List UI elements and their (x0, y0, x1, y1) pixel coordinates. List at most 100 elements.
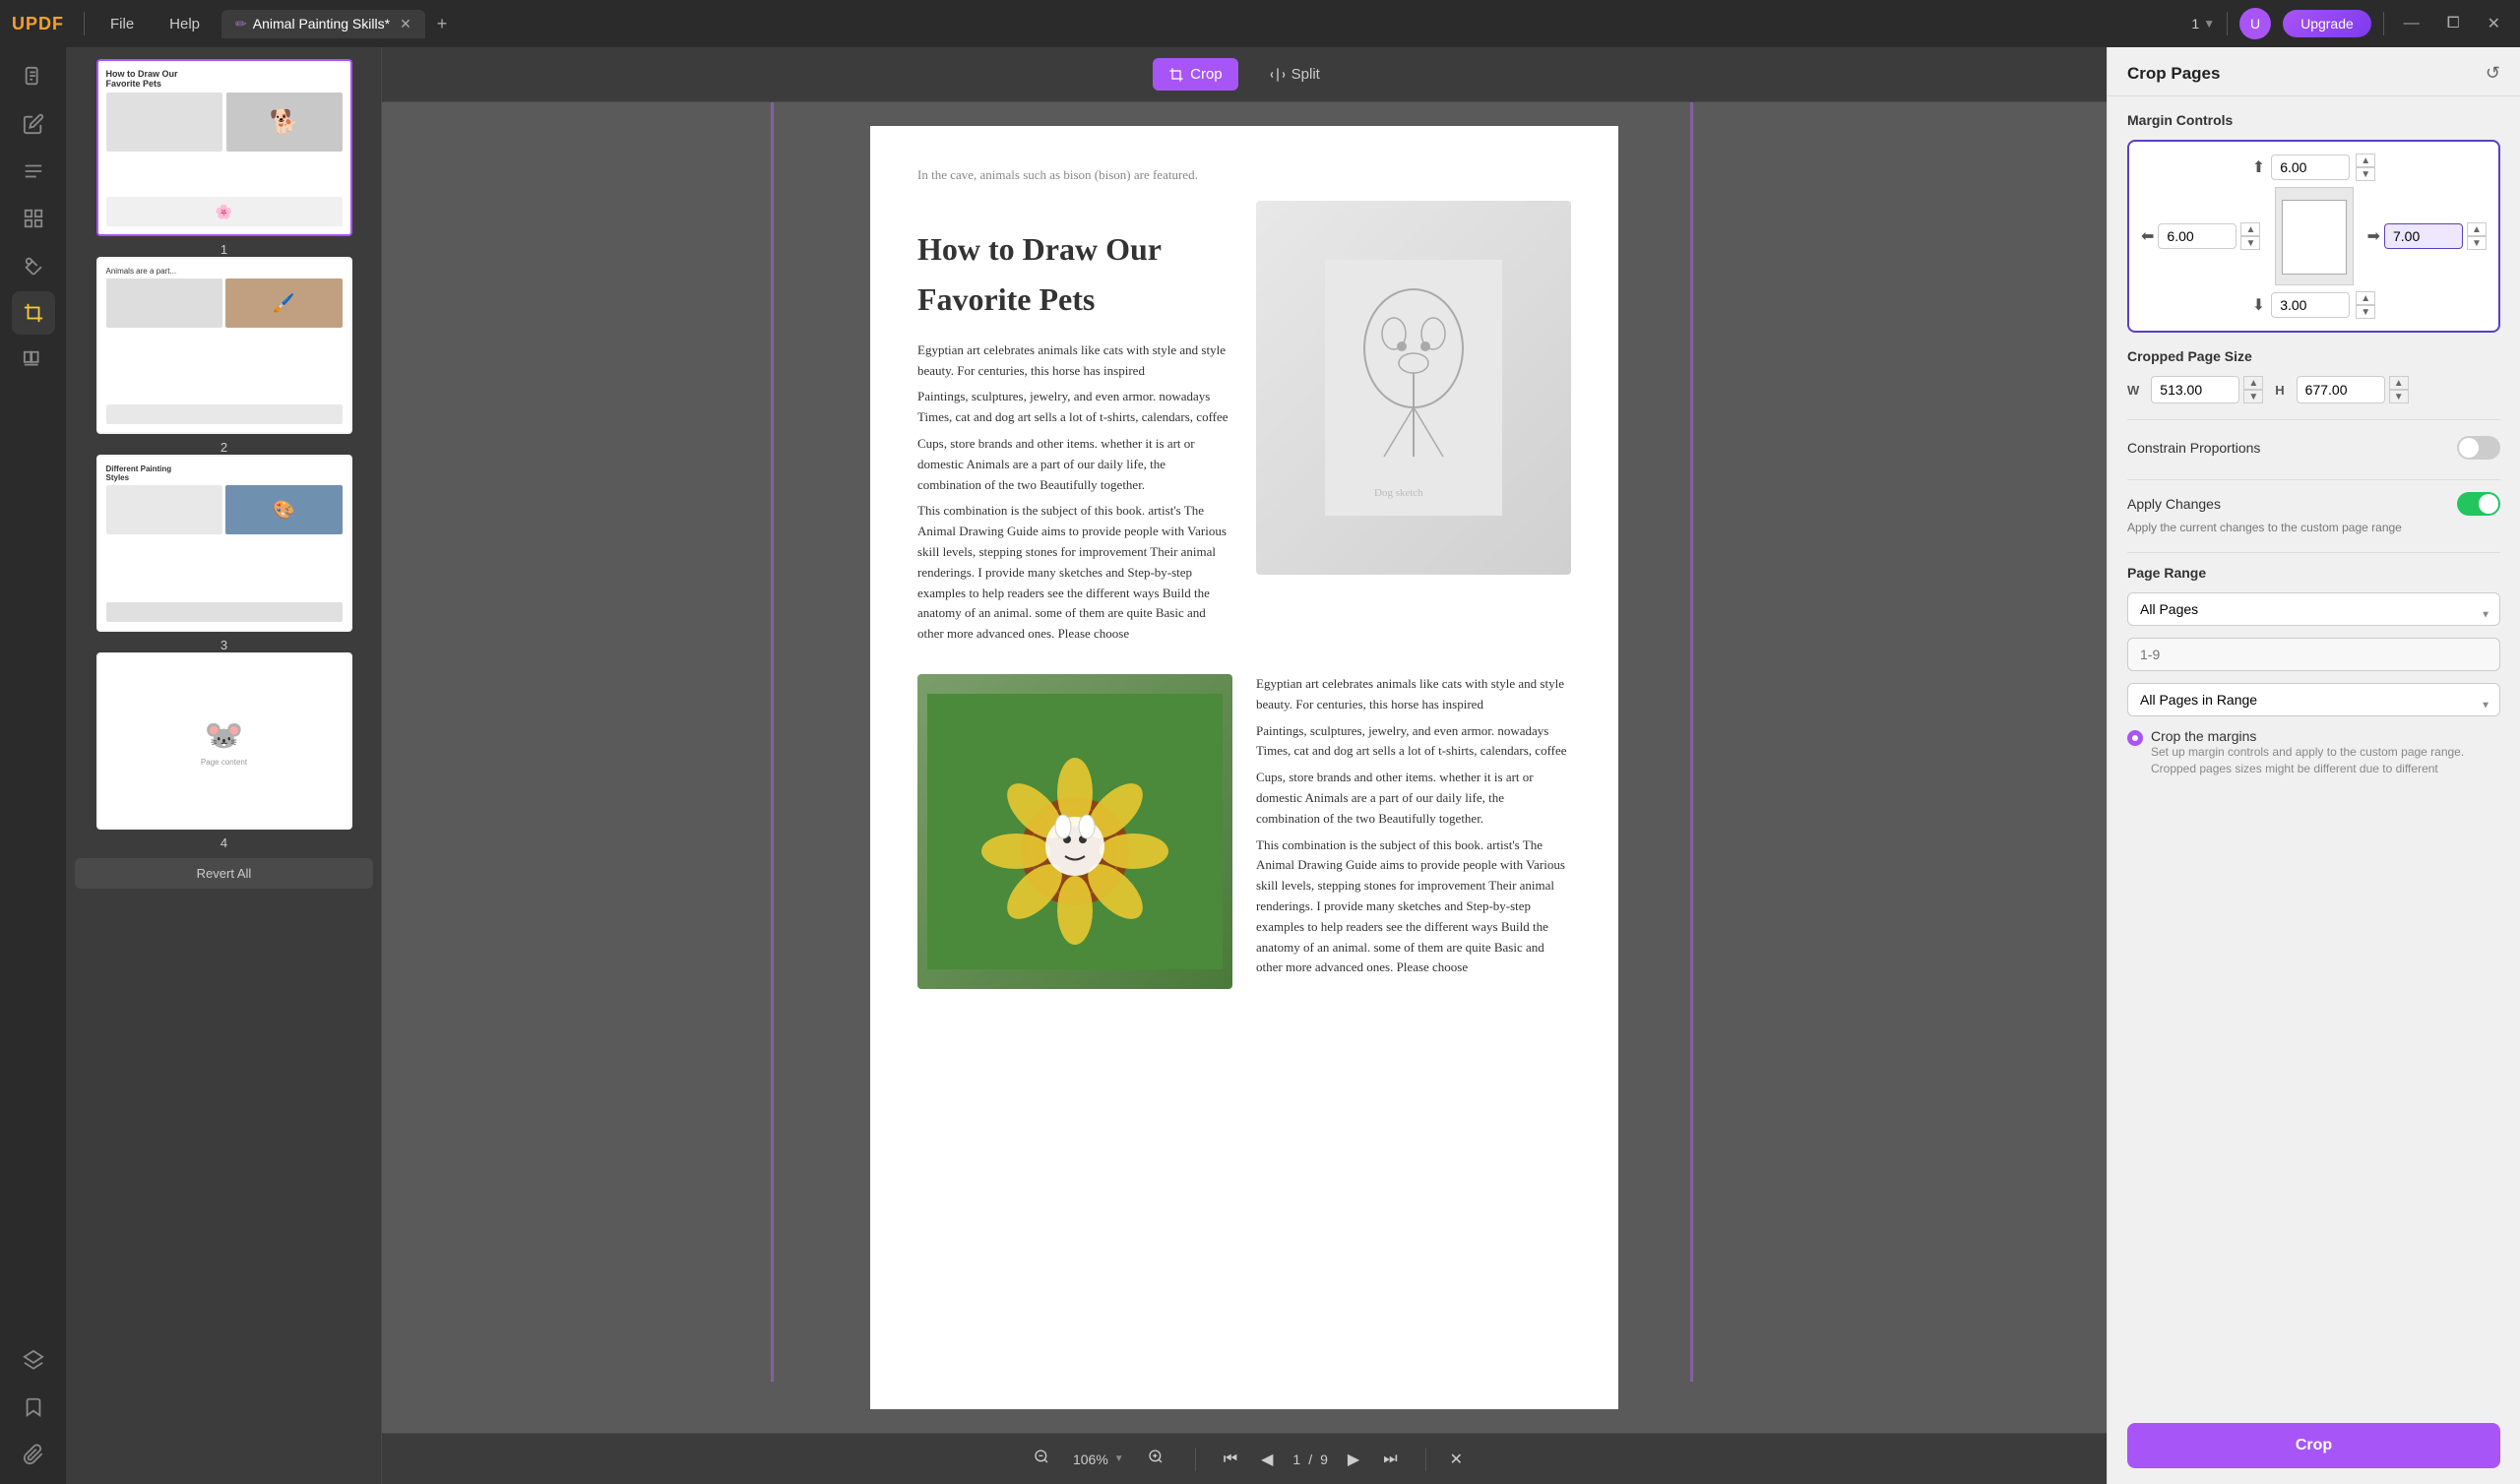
sidebar-item-layers[interactable] (12, 1338, 55, 1382)
height-label: H (2275, 383, 2284, 398)
sidebar-item-organize[interactable] (12, 197, 55, 240)
help-menu-button[interactable]: Help (156, 10, 214, 38)
page-range-select[interactable]: All Pages Current Page Custom Range (2127, 592, 2500, 626)
margin-bottom-down[interactable]: ▼ (2356, 305, 2375, 319)
active-tab[interactable]: ✏ Animal Painting Skills* ✕ (221, 10, 425, 38)
margin-right-up[interactable]: ▲ (2467, 222, 2487, 236)
upgrade-button[interactable]: Upgrade (2283, 10, 2371, 37)
page-range-custom-input[interactable] (2127, 638, 2500, 671)
sidebar-item-stamp[interactable] (12, 244, 55, 287)
constrain-proportions-label: Constrain Proportions (2127, 440, 2260, 456)
sidebar-item-pages[interactable] (12, 339, 55, 382)
next-page-button[interactable]: ▶ (1344, 1446, 1363, 1473)
crop-tool-button[interactable]: Crop (1153, 58, 1238, 91)
close-view-button[interactable]: ✕ (1450, 1450, 1463, 1469)
sidebar-item-attachment[interactable] (12, 1433, 55, 1476)
width-down[interactable]: ▼ (2243, 390, 2263, 403)
user-avatar: U (2239, 8, 2271, 39)
tab-close-button[interactable]: ✕ (400, 16, 411, 32)
crop-margins-label: Crop the margins (2151, 728, 2500, 744)
margin-left-input[interactable] (2158, 223, 2236, 249)
margin-bottom-input[interactable] (2271, 292, 2350, 318)
prev-page-button[interactable]: ◀ (1257, 1446, 1277, 1473)
margin-right-input[interactable] (2384, 223, 2463, 249)
margin-bottom-up[interactable]: ▲ (2356, 291, 2375, 305)
margin-left-up[interactable]: ▲ (2240, 222, 2260, 236)
thumbnail-page-3[interactable]: Different PaintingStyles 🎨 3 (75, 455, 373, 652)
margin-controls-label: Margin Controls (2127, 112, 2500, 128)
intro-text: In the cave, animals such as bison (biso… (917, 165, 1571, 185)
revert-all-button[interactable]: Revert All (75, 858, 373, 889)
dog-image: Dog sketch (1256, 201, 1571, 575)
zoom-out-button[interactable] (1026, 1445, 1057, 1473)
thumb-label-4: 4 (220, 835, 227, 850)
margin-left-down[interactable]: ▼ (2240, 236, 2260, 250)
sidebar-item-annotate[interactable] (12, 150, 55, 193)
margin-bottom-icon: ⬇ (2252, 295, 2265, 315)
right-panel-title: Crop Pages (2127, 64, 2220, 84)
sidebar-item-edit[interactable] (12, 102, 55, 146)
document-page: In the cave, animals such as bison (biso… (870, 126, 1618, 1409)
thumbnail-page-2[interactable]: Animals are a part... 🖌️ 2 (75, 257, 373, 455)
body-paragraph: This combination is the subject of this … (1256, 835, 1571, 979)
minimize-button[interactable]: — (2396, 11, 2427, 36)
thumbnail-page-1[interactable]: How to Draw OurFavorite Pets 🐕 🌸 1 (75, 59, 373, 257)
margin-right-down[interactable]: ▼ (2467, 236, 2487, 250)
body-paragraph: Egyptian art celebrates animals like cat… (917, 340, 1232, 382)
height-input[interactable] (2297, 376, 2385, 403)
first-page-button[interactable]: ⏮ (1220, 1447, 1241, 1472)
apply-changes-label: Apply Changes (2127, 496, 2221, 512)
close-window-button[interactable]: ✕ (2480, 10, 2508, 37)
height-down[interactable]: ▼ (2389, 390, 2409, 403)
cropped-page-size-label: Cropped Page Size (2127, 348, 2500, 364)
height-up[interactable]: ▲ (2389, 376, 2409, 390)
zoom-level: 106% ▼ (1073, 1452, 1124, 1467)
crop-apply-button[interactable]: Crop (2127, 1423, 2500, 1468)
constrain-proportions-toggle[interactable] (2457, 436, 2500, 460)
body-paragraph: This combination is the subject of this … (917, 501, 1232, 645)
tab-title: Animal Painting Skills* (253, 16, 390, 31)
thumb-label-1: 1 (220, 242, 227, 257)
split-tool-button[interactable]: Split (1254, 58, 1336, 91)
crop-margins-radio[interactable] (2127, 730, 2143, 746)
margin-top-down[interactable]: ▼ (2356, 167, 2375, 181)
margin-right-icon: ➡ (2367, 226, 2380, 246)
crop-margins-option[interactable]: Crop the margins Set up margin controls … (2127, 728, 2500, 777)
margin-top-up[interactable]: ▲ (2356, 154, 2375, 167)
page-range-label: Page Range (2127, 565, 2500, 581)
chevron-down-icon: ▼ (1114, 1453, 1124, 1464)
add-tab-button[interactable]: + (437, 14, 448, 34)
margin-top-input[interactable] (2271, 155, 2350, 180)
refresh-button[interactable]: ↺ (2486, 63, 2500, 84)
sidebar-item-crop[interactable] (12, 291, 55, 335)
apply-changes-toggle[interactable] (2457, 492, 2500, 516)
body-paragraph: Paintings, sculptures, jewelry, and even… (917, 387, 1232, 428)
margin-preview (2275, 187, 2354, 285)
body-paragraph: Egyptian art celebrates animals like cat… (1256, 674, 1571, 715)
page-range-sub-select[interactable]: All Pages in Range Odd Pages in Range Ev… (2127, 683, 2500, 716)
page-indicator: 1 ▼ (2191, 16, 2215, 31)
page-nav: 1 / 9 (1292, 1452, 1327, 1467)
tab-icon: ✏ (235, 16, 247, 32)
updf-logo: UPDF (12, 14, 64, 34)
flower-image (917, 674, 1232, 989)
width-up[interactable]: ▲ (2243, 376, 2263, 390)
thumb-label-3: 3 (220, 638, 227, 652)
width-input[interactable] (2151, 376, 2239, 403)
sidebar-item-bookmark[interactable] (12, 1386, 55, 1429)
body-paragraph: Cups, store brands and other items. whet… (1256, 768, 1571, 829)
zoom-in-button[interactable] (1140, 1445, 1171, 1473)
thumb-label-2: 2 (220, 440, 227, 455)
file-menu-button[interactable]: File (96, 10, 148, 38)
body-paragraph: Paintings, sculptures, jewelry, and even… (1256, 721, 1571, 763)
maximize-button[interactable]: ⧠ (2439, 11, 2468, 36)
thumbnail-page-4[interactable]: 🐭 Page content 4 (75, 652, 373, 850)
sidebar-item-document[interactable] (12, 55, 55, 98)
margin-top-icon: ⬆ (2252, 157, 2265, 177)
margin-left-icon: ⬅ (2141, 226, 2154, 246)
apply-changes-desc: Apply the current changes to the custom … (2127, 520, 2500, 536)
last-page-button[interactable]: ⏭ (1379, 1447, 1401, 1472)
body-paragraph: Cups, store brands and other items. whet… (917, 434, 1232, 495)
width-label: W (2127, 383, 2139, 398)
crop-margins-desc: Set up margin controls and apply to the … (2151, 744, 2500, 777)
